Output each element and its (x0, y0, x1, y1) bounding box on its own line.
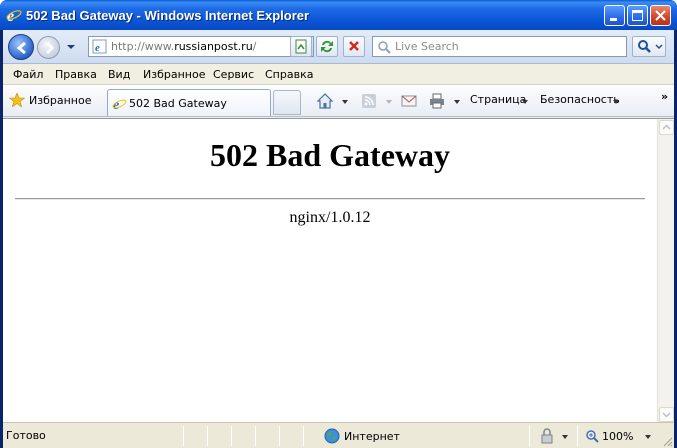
search-placeholder: Live Search (395, 40, 459, 53)
compatibility-view-button[interactable] (290, 36, 312, 57)
ie-page-icon: e (92, 39, 107, 54)
back-arrow-icon (16, 41, 26, 55)
safety-menu-dropdown-icon[interactable] (613, 100, 619, 104)
chevron-down-icon (662, 412, 671, 418)
ie-logo-icon: e (6, 8, 22, 23)
refresh-button[interactable] (316, 36, 338, 57)
page-menu-button[interactable]: Страница (470, 93, 526, 106)
scroll-down-button[interactable] (659, 407, 674, 422)
back-button[interactable] (8, 34, 34, 60)
protected-mode-dropdown-icon[interactable] (562, 435, 568, 439)
favorites-button[interactable]: Избранное (9, 93, 91, 107)
page-menu-dropdown-icon[interactable] (522, 100, 528, 104)
status-divider (183, 426, 184, 446)
address-url: http://www.russianpost.ru/ (111, 40, 257, 53)
tab-active[interactable]: e 502 Bad Gateway (107, 89, 271, 116)
security-zone[interactable]: Интернет (324, 428, 400, 444)
zoom-magnifier-icon (586, 430, 599, 443)
svg-text:e: e (95, 42, 100, 54)
print-dropdown-icon[interactable] (454, 100, 460, 104)
print-icon[interactable] (428, 92, 446, 110)
page-heading: 502 Bad Gateway (210, 137, 450, 173)
menu-help[interactable]: Справка (265, 68, 313, 81)
search-input[interactable]: Live Search (372, 36, 627, 57)
page-viewport: 502 Bad Gateway nginx/1.0.12 (3, 118, 674, 423)
resize-grip-icon[interactable] (661, 435, 673, 447)
favorites-star-icon (9, 93, 25, 107)
status-text: Готово (6, 429, 46, 442)
status-divider (529, 426, 530, 446)
maximize-button[interactable] (627, 5, 648, 26)
forward-button[interactable] (37, 36, 60, 59)
stop-button[interactable] (343, 36, 365, 57)
browser-client: e http://www.russianpost.ru/ Live Search (3, 30, 674, 448)
more-tools-chevron[interactable]: » (661, 90, 668, 103)
feeds-icon[interactable] (360, 92, 378, 110)
compatibility-icon (295, 39, 307, 54)
stop-icon (349, 41, 359, 51)
home-dropdown-icon[interactable] (342, 100, 348, 104)
recent-pages-dropdown-icon[interactable] (66, 43, 76, 51)
address-field[interactable]: e http://www.russianpost.ru/ (88, 36, 314, 57)
refresh-icon (321, 40, 333, 53)
favorites-label: Избранное (29, 94, 92, 107)
status-divider (255, 426, 256, 446)
zoom-value: 100% (602, 430, 634, 443)
tab-label: 502 Bad Gateway (129, 97, 227, 110)
status-divider (303, 426, 304, 446)
forward-arrow-icon (45, 41, 55, 55)
title-bar[interactable]: e 502 Bad Gateway - Windows Internet Exp… (0, 0, 677, 30)
search-button[interactable] (632, 36, 666, 57)
minimize-button[interactable] (604, 5, 625, 26)
menu-file[interactable]: Файл (13, 68, 43, 81)
menu-favorites[interactable]: Избранное (143, 68, 205, 81)
command-bar: Избранное e 502 Bad Gateway Страница Без… (3, 85, 674, 117)
safety-menu-button[interactable]: Безопасность (540, 93, 620, 106)
mail-icon[interactable] (400, 92, 418, 110)
minimize-icon (610, 18, 617, 21)
chevron-up-icon (662, 124, 671, 130)
close-button[interactable] (650, 5, 671, 26)
security-zone-label: Интернет (344, 430, 400, 443)
search-provider-icon (378, 41, 391, 54)
horizontal-rule (15, 198, 645, 200)
zoom-level[interactable]: 100% (585, 429, 633, 443)
status-divider (207, 426, 208, 446)
ie-page-icon: e (112, 98, 127, 111)
server-signature: nginx/1.0.12 (289, 209, 371, 226)
status-divider (231, 426, 232, 446)
scroll-up-button[interactable] (659, 120, 674, 135)
menu-view[interactable]: Вид (108, 68, 130, 81)
window-title: 502 Bad Gateway - Windows Internet Explo… (26, 8, 310, 23)
menu-tools[interactable]: Сервис (213, 68, 254, 81)
vertical-scrollbar[interactable] (657, 119, 674, 423)
search-icon (638, 40, 663, 53)
menu-edit[interactable]: Правка (55, 68, 97, 81)
zoom-dropdown-icon[interactable] (645, 435, 651, 439)
protected-mode-icon[interactable] (539, 428, 557, 444)
browser-window: e 502 Bad Gateway - Windows Internet Exp… (0, 0, 677, 448)
status-bar: Готово Интернет 100% (3, 422, 674, 448)
feeds-dropdown-icon[interactable] (386, 100, 392, 104)
home-icon[interactable] (316, 92, 334, 110)
navigation-bar: e http://www.russianpost.ru/ Live Search (3, 30, 674, 64)
new-tab-button[interactable] (273, 90, 301, 115)
page-content: 502 Bad Gateway nginx/1.0.12 (3, 119, 657, 423)
menu-bar: Файл Правка Вид Избранное Сервис Справка (3, 64, 674, 85)
close-icon (655, 10, 666, 21)
status-divider (577, 426, 578, 446)
maximize-icon (632, 10, 643, 21)
status-divider (279, 426, 280, 446)
globe-icon (324, 428, 340, 444)
